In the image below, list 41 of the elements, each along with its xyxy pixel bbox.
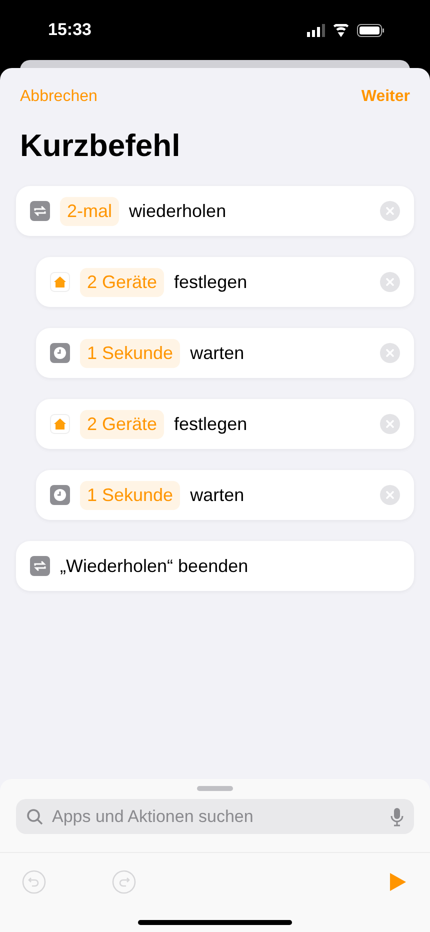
next-button[interactable]: Weiter bbox=[361, 88, 410, 106]
wifi-icon bbox=[333, 24, 349, 36]
house-icon bbox=[50, 414, 70, 434]
search-field[interactable]: Apps und Aktionen suchen bbox=[50, 806, 384, 828]
parameter-token[interactable]: 2 Geräte bbox=[80, 410, 164, 438]
repeat-icon bbox=[30, 201, 50, 221]
action-label: wiederholen bbox=[129, 200, 228, 222]
repeat-icon bbox=[30, 556, 50, 576]
battery-icon bbox=[357, 24, 384, 36]
search-bar[interactable]: Apps und Aktionen suchen bbox=[16, 799, 414, 834]
remove-icon[interactable] bbox=[380, 343, 400, 363]
remove-icon[interactable] bbox=[380, 272, 400, 292]
parameter-token[interactable]: 1 Sekunde bbox=[80, 338, 180, 368]
page-title: Kurzbefehl bbox=[20, 128, 182, 164]
action-label: warten bbox=[190, 342, 246, 364]
microphone-icon[interactable] bbox=[390, 806, 404, 826]
action-label: festlegen bbox=[174, 414, 248, 434]
grab-handle[interactable] bbox=[197, 786, 233, 791]
cancel-button[interactable]: Abbrechen bbox=[20, 88, 98, 106]
search-icon bbox=[26, 808, 44, 826]
action-card[interactable]: 2 Geräte festlegen bbox=[36, 257, 414, 307]
status-time: 15:33 bbox=[48, 20, 92, 40]
parameter-token[interactable]: 2 Geräte bbox=[80, 268, 164, 296]
action-card[interactable]: 1 Sekunde warten bbox=[36, 328, 414, 378]
action-card[interactable]: 2 Geräte festlegen bbox=[36, 399, 414, 449]
parameter-token[interactable]: 1 Sekunde bbox=[80, 480, 180, 510]
action-card[interactable]: 2-mal wiederholen bbox=[16, 186, 414, 236]
parameter-token[interactable]: 2-mal bbox=[60, 196, 120, 226]
house-icon bbox=[50, 272, 70, 292]
play-button[interactable] bbox=[388, 870, 408, 892]
action-label: festlegen bbox=[174, 272, 248, 292]
action-label: warten bbox=[190, 484, 246, 506]
action-card[interactable]: 1 Sekunde warten bbox=[36, 470, 414, 520]
clock-icon bbox=[50, 485, 70, 505]
action-card[interactable]: „Wiederholen“ beenden bbox=[16, 541, 414, 591]
remove-icon[interactable] bbox=[380, 485, 400, 505]
remove-icon[interactable] bbox=[380, 414, 400, 434]
signal-icon bbox=[307, 24, 325, 36]
remove-icon[interactable] bbox=[380, 201, 400, 221]
clock-icon bbox=[50, 343, 70, 363]
action-label: „Wiederholen“ beenden bbox=[60, 556, 250, 576]
